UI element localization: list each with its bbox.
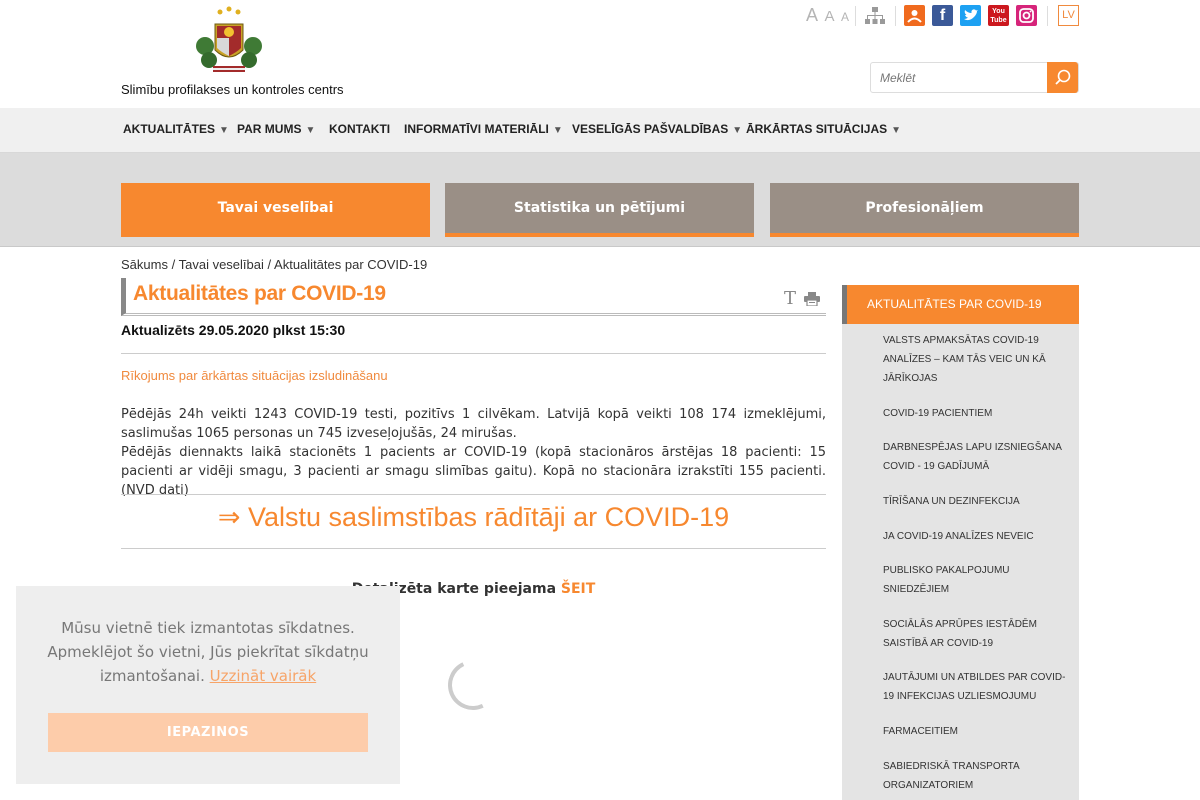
page-title: Aktualitātes par COVID-19 <box>133 282 386 305</box>
search-input[interactable] <box>872 64 1047 91</box>
nav-item-aktualitates[interactable]: AKTUALITĀTES ▼ <box>123 108 229 153</box>
nav-item-label: AKTUALITĀTES <box>123 122 215 136</box>
map-link[interactable]: ŠEIT <box>561 581 595 597</box>
divider <box>121 353 826 354</box>
order-link[interactable]: Rīkojums par ārkārtas situācijas izsludi… <box>121 368 388 383</box>
sidebar-item[interactable]: SOCIĀLĀS APRŪPES IESTĀDĒM SAISTĪBĀ AR CO… <box>883 615 1073 653</box>
main-nav: AKTUALITĀTES ▼ PAR MUMS ▼ KONTAKTI INFORMA… <box>0 108 1200 153</box>
sidebar-item[interactable]: COVID-19 PACIENTIEM <box>883 404 1073 423</box>
breadcrumb-separator: / <box>267 257 272 272</box>
bird-glyph-icon <box>964 9 978 21</box>
sidebar-item[interactable]: SABIEDRISKĀ TRANSPORTA ORGANIZATORIEM <box>883 757 1073 795</box>
nav-item-veseligas-pasvaldibas[interactable]: VESELĪGĀS PAŠVALDĪBAS ▼ <box>572 108 742 153</box>
sidebar-heading[interactable]: AKTUALITĀTES PAR COVID-19 <box>842 285 1079 324</box>
search-icon <box>1055 69 1071 85</box>
breadcrumb-home[interactable]: Sākums <box>121 257 168 272</box>
divider <box>855 6 856 26</box>
loading-spinner-icon <box>440 652 506 718</box>
sidebar-item[interactable]: PUBLISKO PAKALPOJUMU SNIEDZĒJIEM <box>883 561 1073 599</box>
twitter-icon[interactable] <box>960 5 981 26</box>
nav-item-label: PAR MUMS <box>237 122 302 136</box>
chevron-down-icon: ▼ <box>552 125 563 136</box>
youtube-icon[interactable]: You Tube <box>988 5 1009 26</box>
nav-item-informativi-materiali[interactable]: INFORMATĪVI MATERIĀLI ▼ <box>404 108 563 153</box>
divider <box>895 6 896 26</box>
divider <box>121 494 826 495</box>
rss-glyph-icon <box>907 10 922 23</box>
cookie-accept-button[interactable]: IEPAZINOS <box>48 713 368 752</box>
cookie-banner: Mūsu vietnē tiek izmantotas sīkdatnes. A… <box>16 586 400 784</box>
search-box <box>870 62 1079 93</box>
org-name: Slimību profilakses un kontroles centrs <box>121 82 344 97</box>
nav-item-label: ĀRKĀRTAS SITUĀCIJAS <box>746 122 888 136</box>
nav-item-arkartas-situacijas[interactable]: ĀRKĀRTAS SITUĀCIJAS ▼ <box>746 108 901 153</box>
facebook-icon[interactable]: f <box>932 5 953 26</box>
font-size-controls: A A A <box>806 5 851 26</box>
sidebar-item[interactable]: TĪRĪŠANA UN DEZINFEKCIJA <box>883 492 1073 511</box>
tab-profesionaliem[interactable]: Profesionāļiem <box>770 183 1079 237</box>
breadcrumb-section[interactable]: Tavai veselībai <box>179 257 264 272</box>
sitemap-icon[interactable] <box>864 6 886 26</box>
tab-tavai-veselibai[interactable]: Tavai veselībai <box>121 183 430 237</box>
sidebar: AKTUALITĀTES PAR COVID-19 VALSTS APMAKSĀ… <box>842 285 1079 800</box>
camera-glyph-icon <box>1019 8 1034 23</box>
chevron-down-icon: ▼ <box>732 125 743 136</box>
font-size-large[interactable]: A <box>806 5 818 26</box>
section-band: Tavai veselībai Statistika un pētījumi P… <box>0 153 1200 247</box>
breadcrumb: Sākums / Tavai veselībai / Aktualitātes … <box>121 257 427 272</box>
nav-item-label: INFORMATĪVI MATERIĀLI <box>404 122 549 136</box>
cookie-learn-more-link[interactable]: Uzzināt vairāk <box>210 667 317 685</box>
title-bar: Aktualitātes par COVID-19 T <box>121 278 826 316</box>
paragraph-tests: Pēdējās 24h veikti 1243 COVID-19 testi, … <box>121 407 826 441</box>
sidebar-item[interactable]: DARBNESPĒJAS LAPU IZSNIEGŠANA COVID - 19… <box>883 438 1073 476</box>
chevron-down-icon: ▼ <box>219 125 229 136</box>
font-size-medium[interactable]: A <box>824 8 834 25</box>
tab-statistika[interactable]: Statistika un pētījumi <box>445 183 754 237</box>
search-button[interactable] <box>1047 62 1078 93</box>
nav-item-par-mums[interactable]: PAR MUMS ▼ <box>237 108 315 153</box>
instagram-icon[interactable] <box>1016 5 1037 26</box>
text-size-icon[interactable]: T <box>784 288 796 309</box>
sidebar-item[interactable]: VALSTS APMAKSĀTAS COVID-19 ANALĪZES – KA… <box>883 331 1073 388</box>
cookie-message: Mūsu vietnē tiek izmantotas sīkdatnes. A… <box>36 616 380 688</box>
chevron-down-icon: ▼ <box>891 125 902 136</box>
rss-icon[interactable] <box>904 5 925 26</box>
paragraph-hospital: Pēdējās diennakts laikā stacionēts 1 pac… <box>121 445 826 498</box>
divider <box>121 548 826 549</box>
font-size-small[interactable]: A <box>841 10 849 24</box>
print-icon[interactable] <box>804 292 820 306</box>
country-stats-link[interactable]: ⇒ Valstu saslimstības rādītāji ar COVID-… <box>121 502 826 533</box>
coat-of-arms-icon <box>196 6 262 72</box>
chevron-down-icon: ▼ <box>305 125 316 136</box>
nav-item-label: VESELĪGĀS PAŠVALDĪBAS <box>572 122 729 136</box>
sidebar-item[interactable]: JA COVID-19 ANALĪZES NEVEIC <box>883 527 1073 546</box>
breadcrumb-current: Aktualitātes par COVID-19 <box>274 257 428 272</box>
nav-item-kontakti[interactable]: KONTAKTI <box>329 108 390 153</box>
page: Slimību profilakses un kontroles centrs … <box>0 0 1200 800</box>
updated-timestamp: Aktualizēts 29.05.2020 plkst 15:30 <box>121 322 346 338</box>
nav-item-label: KONTAKTI <box>329 122 391 136</box>
language-switch[interactable]: LV <box>1058 5 1079 26</box>
divider <box>1047 6 1048 26</box>
sidebar-item[interactable]: FARMACEITIEM <box>883 722 1073 741</box>
breadcrumb-separator: / <box>171 257 176 272</box>
cookie-text: Mūsu vietnē tiek izmantotas sīkdatnes. A… <box>47 619 369 685</box>
sidebar-item[interactable]: JAUTĀJUMI UN ATBILDES PAR COVID-19 INFEK… <box>883 668 1073 706</box>
